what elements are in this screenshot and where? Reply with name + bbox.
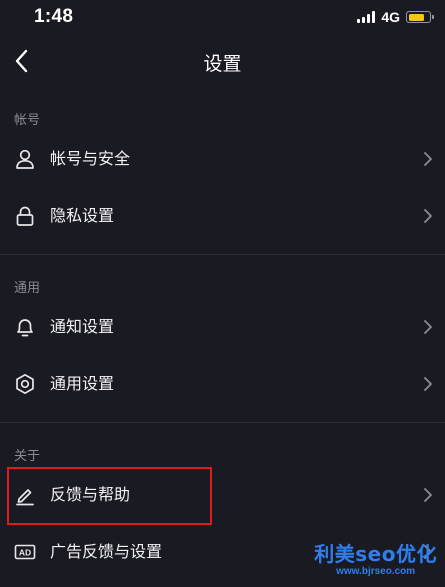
status-time: 1:48 [34,6,74,27]
menu-item-label: 广告反馈与设置 [50,542,163,561]
lock-icon [16,206,34,226]
menu-item-general-settings[interactable]: 通用设置 [0,356,445,412]
menu-item-privacy-settings[interactable]: 隐私设置 [0,188,445,244]
menu-item-label: 反馈与帮助 [50,485,131,504]
page-title: 设置 [203,53,242,75]
chevron-right-icon [424,320,432,334]
section-header-account: 帐号 [14,113,41,128]
navigation-bar: 设置 [0,34,445,90]
chevron-right-icon [424,209,432,223]
watermark-url: www.bjrseo.com [336,566,416,577]
svg-text:AD: AD [19,548,31,558]
chevron-right-icon [424,377,432,391]
ad-icon: AD [14,544,36,560]
network-type: 4G [381,9,400,25]
battery-cap [432,15,434,19]
watermark: 利美seo优化 www.bjrseo.com [314,544,437,577]
chevron-right-icon [424,488,432,502]
menu-item-account-security[interactable]: 帐号与安全 [0,131,445,187]
status-bar: 1:48 4G [0,0,445,34]
section-header-about: 关于 [14,449,41,464]
chevron-right-icon [424,152,432,166]
pencil-icon [16,489,34,506]
battery-level [408,13,424,21]
menu-item-label: 通知设置 [50,317,115,336]
watermark-text: 利美seo优化 [314,542,437,566]
signal-icon [357,11,376,23]
battery-icon [406,11,434,23]
menu-item-label: 隐私设置 [50,206,115,225]
menu-item-notification-settings[interactable]: 通知设置 [0,299,445,355]
section-header-general: 通用 [14,281,41,296]
person-icon [16,149,34,169]
menu-item-label: 帐号与安全 [50,149,131,168]
section-divider [0,422,445,423]
menu-item-feedback-help[interactable]: 反馈与帮助 [0,467,445,523]
settings-screen: 1:48 4G 设置 帐号 帐号与安全 隐私设置 通用 通知设置 通用设置 关于… [0,0,445,587]
section-divider [0,254,445,255]
menu-item-label: 通用设置 [50,374,115,393]
bell-icon [17,319,33,337]
status-indicators: 4G [357,8,434,26]
gear-icon [16,373,34,395]
